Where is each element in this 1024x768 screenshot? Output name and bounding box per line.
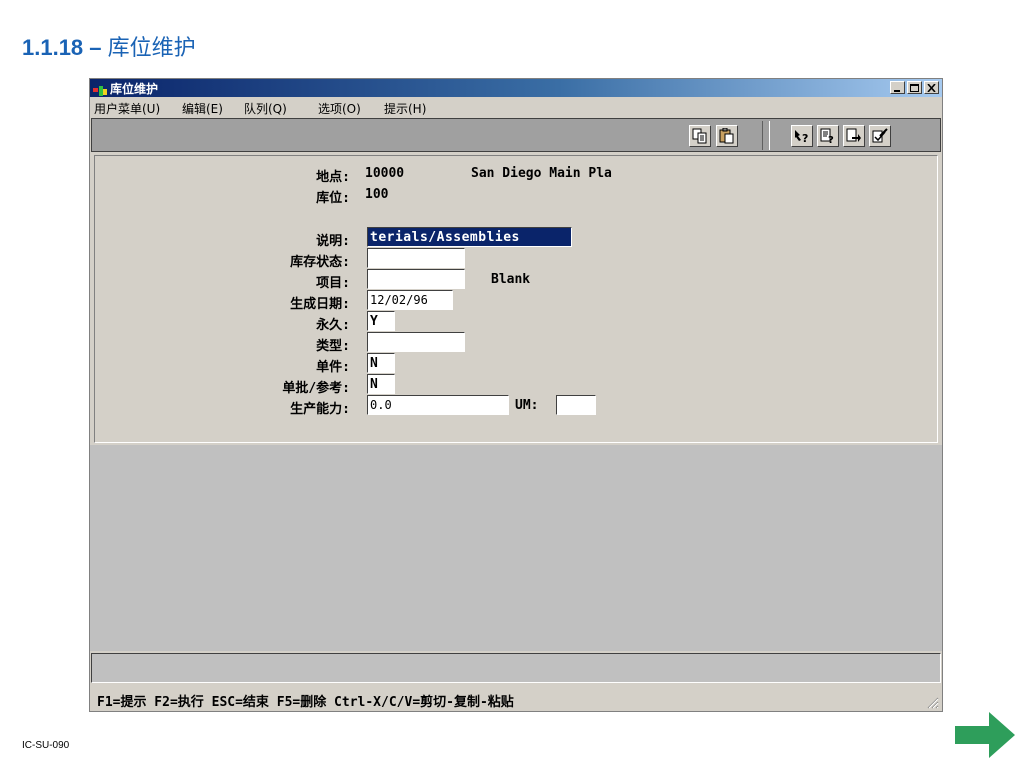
- permanent-label: 永久:: [316, 318, 350, 333]
- type-label: 类型:: [316, 339, 350, 354]
- close-icon: [927, 84, 936, 92]
- window-titlebar[interactable]: 库位维护: [90, 79, 942, 97]
- help-button[interactable]: ?: [817, 125, 839, 147]
- maximize-icon: [910, 84, 919, 92]
- maximize-button[interactable]: [907, 81, 922, 94]
- app-window: 库位维护 用户菜单(U) 编辑(E) 队列(Q) 选项(O) 提示(H) ? ?…: [89, 78, 943, 712]
- project-label: 项目:: [316, 276, 350, 291]
- resize-grip-icon[interactable]: [925, 695, 939, 709]
- paste-button[interactable]: [716, 125, 738, 147]
- slide-title-number: 1.1.18 –: [22, 35, 102, 60]
- minimize-button[interactable]: [890, 81, 905, 94]
- field-help-button[interactable]: ?: [791, 125, 813, 147]
- um-field[interactable]: [556, 395, 596, 415]
- location-value: 100: [365, 187, 389, 202]
- app-icon: [93, 82, 107, 96]
- end-button[interactable]: [869, 125, 891, 147]
- description-field[interactable]: [367, 227, 572, 247]
- site-value: 10000: [365, 166, 405, 181]
- um-label: UM:: [515, 398, 539, 413]
- project-field[interactable]: [367, 269, 465, 289]
- inv-status-field[interactable]: [367, 248, 465, 268]
- inv-status-label: 库存状态:: [290, 255, 350, 270]
- menu-hints[interactable]: 提示(H): [384, 100, 426, 117]
- form-panel: 地点: 10000 San Diego Main Pla 库位: 100 说明:…: [94, 155, 938, 443]
- menu-bar: 用户菜单(U) 编辑(E) 队列(Q) 选项(O) 提示(H): [90, 97, 942, 117]
- slide-title: 1.1.18 – 库位维护: [22, 30, 196, 62]
- project-note: Blank: [491, 272, 531, 287]
- menu-edit[interactable]: 编辑(E): [182, 100, 223, 117]
- menu-queue[interactable]: 队列(Q): [244, 100, 287, 117]
- paste-icon: [719, 128, 734, 144]
- description-label: 说明:: [316, 234, 350, 249]
- single-item-label: 单件:: [316, 360, 350, 375]
- capacity-field[interactable]: [367, 395, 509, 415]
- svg-text:?: ?: [828, 135, 834, 144]
- slide-code: IC-SU-090: [22, 740, 70, 751]
- toolbar: ? ?: [91, 118, 941, 152]
- window-controls: [890, 81, 939, 94]
- message-bar: [91, 653, 941, 683]
- status-bar: F1=提示 F2=执行 ESC=结束 F5=删除 Ctrl-X/C/V=剪切-复…: [91, 687, 941, 711]
- slide-title-text: 库位维护: [107, 36, 196, 61]
- svg-text:?: ?: [802, 132, 808, 144]
- toolbar-separator: [762, 121, 763, 150]
- status-hint: F1=提示 F2=执行 ESC=结束 F5=删除 Ctrl-X/C/V=剪切-复…: [97, 695, 514, 710]
- created-date-label: 生成日期:: [290, 297, 350, 312]
- end-icon: [872, 128, 888, 143]
- content-area: [90, 445, 942, 651]
- toolbar-separator: [769, 121, 770, 150]
- close-button[interactable]: [924, 81, 939, 94]
- go-icon: [846, 128, 861, 142]
- copy-button[interactable]: [689, 125, 711, 147]
- capacity-label: 生产能力:: [290, 402, 350, 417]
- location-label: 库位:: [316, 191, 350, 206]
- window-title: 库位维护: [110, 82, 159, 96]
- field-help-icon: ?: [795, 130, 808, 144]
- single-lot-label: 单批/参考:: [282, 381, 350, 396]
- site-name: San Diego Main Pla: [471, 166, 612, 181]
- copy-icon: [692, 128, 707, 144]
- right-arrow-icon[interactable]: [955, 712, 1015, 758]
- created-date-field[interactable]: [367, 290, 453, 310]
- site-label: 地点:: [316, 170, 350, 185]
- permanent-field[interactable]: [367, 311, 395, 331]
- menu-user[interactable]: 用户菜单(U): [94, 100, 160, 117]
- help-icon: ?: [820, 128, 834, 144]
- single-lot-field[interactable]: [367, 374, 395, 394]
- menu-options[interactable]: 选项(O): [318, 100, 361, 117]
- minimize-icon: [894, 90, 900, 92]
- go-button[interactable]: [843, 125, 865, 147]
- type-field[interactable]: [367, 332, 465, 352]
- single-item-field[interactable]: [367, 353, 395, 373]
